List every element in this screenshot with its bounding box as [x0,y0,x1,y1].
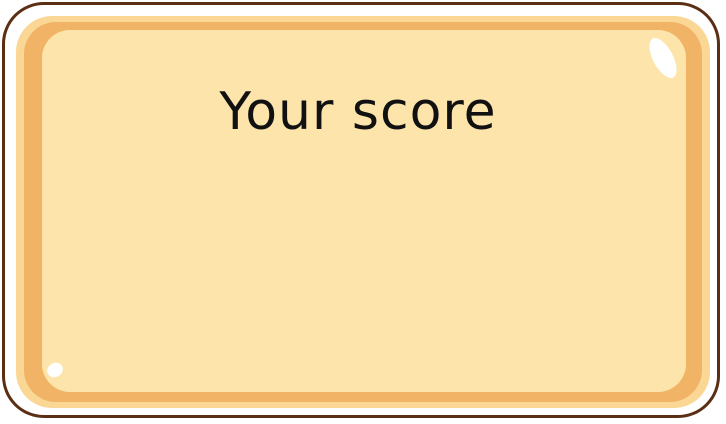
score-title: Your score [219,82,497,142]
score-screen: Your score [0,0,726,424]
